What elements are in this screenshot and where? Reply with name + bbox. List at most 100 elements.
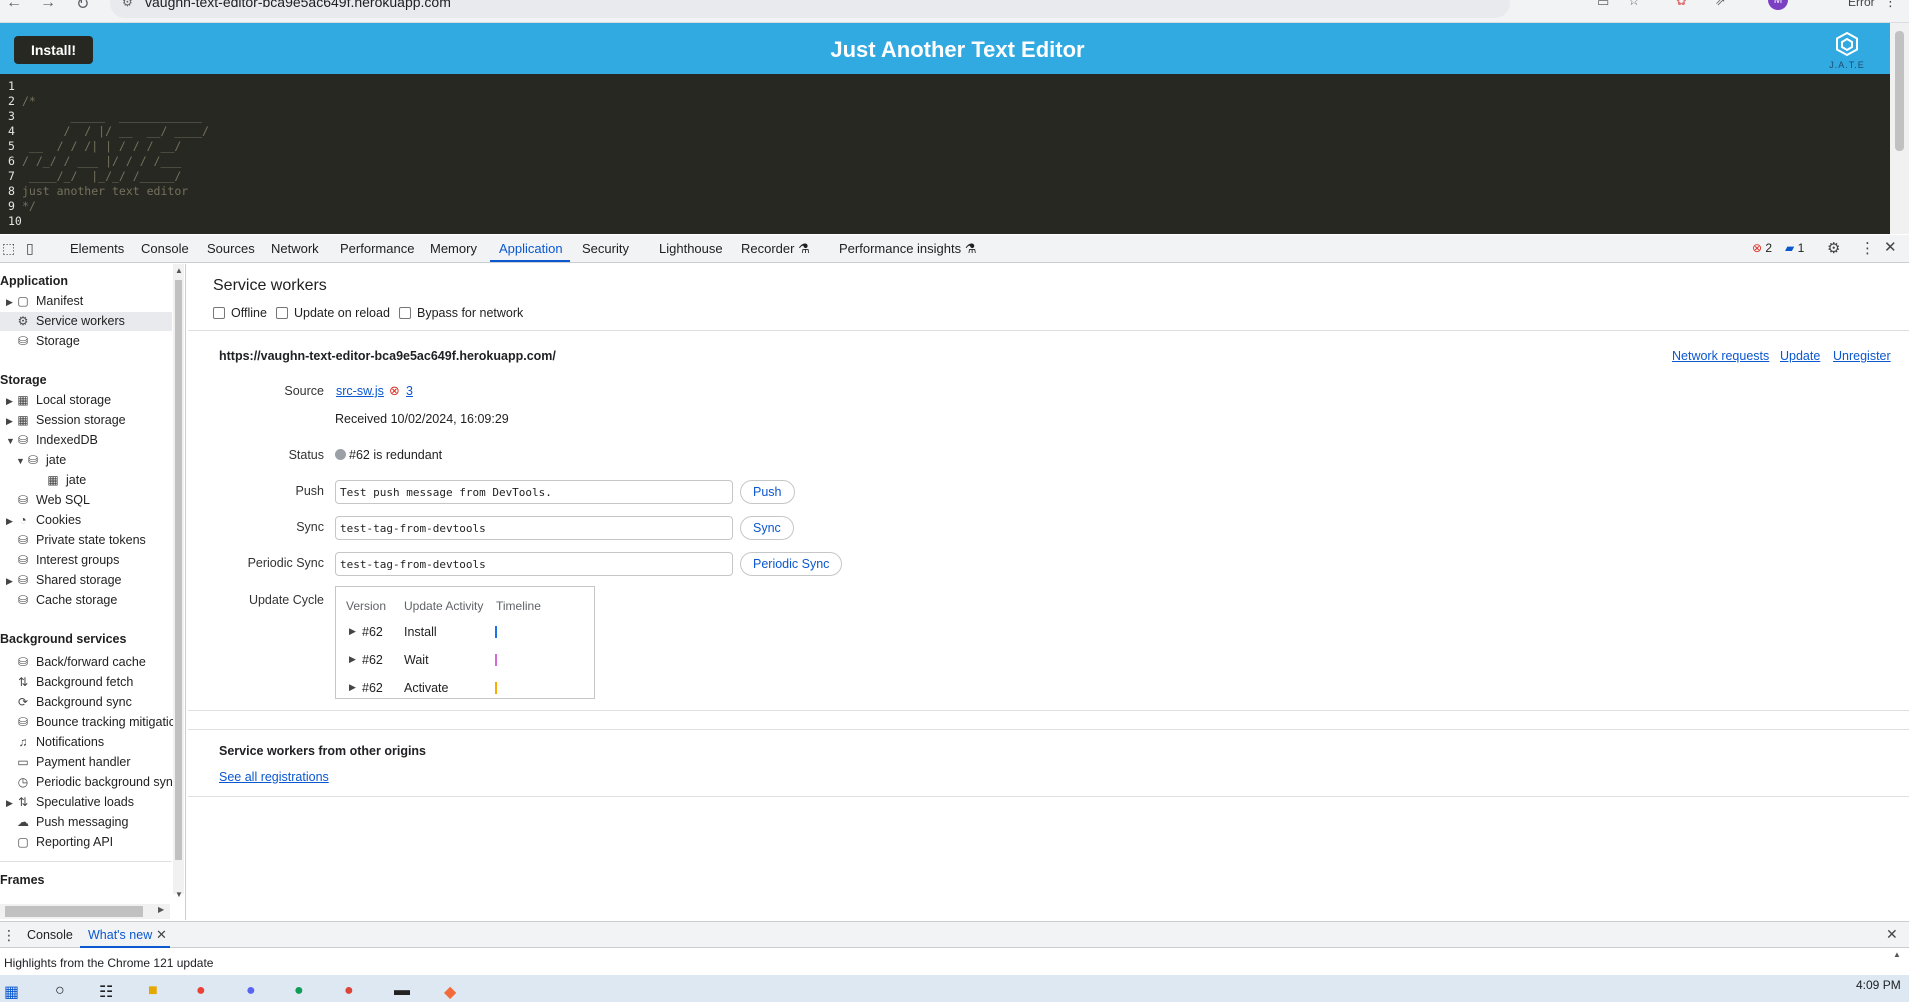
discord-icon[interactable]: ● bbox=[246, 982, 256, 1000]
section-background-services[interactable]: Background services bbox=[0, 632, 126, 646]
expand-arrow-icon[interactable]: ▶ bbox=[349, 682, 356, 693]
sync-input[interactable]: test-tag-from-devtools bbox=[335, 516, 733, 540]
update-on-reload-box[interactable] bbox=[276, 307, 288, 319]
sidebar-item-shared-storage[interactable]: ▶ ⛁ Shared storage bbox=[0, 571, 172, 590]
windows-start-icon[interactable]: ▦ bbox=[4, 982, 19, 1002]
section-application[interactable]: Application bbox=[0, 274, 68, 288]
sidebar-item-background-fetch[interactable]: ⇅ Background fetch bbox=[0, 673, 172, 692]
error-count-badge[interactable]: ⊗ 2 bbox=[1752, 241, 1772, 255]
expand-arrow-icon[interactable]: ▼ bbox=[6, 436, 16, 446]
unregister-link[interactable]: Unregister bbox=[1833, 349, 1891, 363]
sidebar-item-service-workers[interactable]: ⚙ Service workers bbox=[0, 312, 172, 331]
sidebar-item-manifest[interactable]: ▶ ▢ Manifest bbox=[0, 292, 172, 311]
sidebar-item-cache-storage[interactable]: ⛁ Cache storage bbox=[0, 591, 172, 610]
sidebar-item-bounce-tracking[interactable]: ⛁ Bounce tracking mitigatic bbox=[0, 713, 175, 732]
tab-application[interactable]: Application bbox=[499, 241, 563, 256]
update-link[interactable]: Update bbox=[1780, 349, 1820, 363]
tab-memory[interactable]: Memory bbox=[430, 241, 477, 256]
menu-icon[interactable]: ⋮ bbox=[1884, 0, 1897, 10]
sidebar-item-session-storage[interactable]: ▶ ▦ Session storage bbox=[0, 411, 172, 430]
scroll-down-icon[interactable]: ▼ bbox=[175, 890, 183, 899]
offline-checkbox-box[interactable] bbox=[213, 307, 225, 319]
sidebar-item-indexeddb[interactable]: ▼ ⛁ IndexedDB bbox=[0, 431, 172, 450]
device-toolbar-icon[interactable]: ▯ bbox=[26, 240, 34, 257]
sidebar-item-private-state-tokens[interactable]: ⛁ Private state tokens bbox=[0, 531, 172, 550]
drawer-tab-whats-new[interactable]: What's new bbox=[88, 928, 152, 942]
chrome-icon[interactable]: ● bbox=[196, 982, 206, 1000]
share-icon[interactable]: ⇗ bbox=[1715, 0, 1726, 9]
more-options-icon[interactable]: ⋮ bbox=[1860, 239, 1875, 257]
sidebar-item-speculative-loads[interactable]: ▶ ⇅ Speculative loads bbox=[0, 793, 172, 812]
sidebar-item-bfcache[interactable]: ⛁ Back/forward cache bbox=[0, 653, 172, 672]
tab-performance[interactable]: Performance bbox=[340, 241, 414, 256]
code-editor[interactable]: 1 2/* 3 _____ ____________ 4 / / |/ __ __/ … bbox=[0, 74, 1890, 234]
sidebar-item-periodic-sync[interactable]: ◷ Periodic background sync bbox=[0, 773, 179, 792]
profile-avatar[interactable]: M bbox=[1768, 0, 1788, 10]
message-count-badge[interactable]: ▰ 1 bbox=[1785, 241, 1804, 255]
sync-button[interactable]: Sync bbox=[740, 516, 794, 540]
edge-icon[interactable]: ● bbox=[294, 982, 304, 1000]
sidebar-item-notifications[interactable]: ♫ Notifications bbox=[0, 733, 172, 752]
page-scrollbar[interactable] bbox=[1890, 23, 1909, 234]
bypass-network-checkbox[interactable]: Bypass for network bbox=[399, 306, 523, 320]
sidebar-item-web-sql[interactable]: ⛁ Web SQL bbox=[0, 491, 172, 510]
site-info-icon[interactable]: ⚙ bbox=[122, 0, 133, 9]
periodic-sync-button[interactable]: Periodic Sync bbox=[740, 552, 843, 576]
tab-network[interactable]: Network bbox=[271, 241, 319, 256]
tab-sources[interactable]: Sources bbox=[207, 241, 255, 256]
inspect-element-icon[interactable]: ⬚ bbox=[2, 240, 15, 257]
file-explorer-icon[interactable]: ■ bbox=[148, 982, 158, 1000]
network-requests-link[interactable]: Network requests bbox=[1672, 349, 1769, 363]
see-all-registrations-link[interactable]: See all registrations bbox=[219, 770, 329, 784]
sidebar-item-local-storage[interactable]: ▶ ▦ Local storage bbox=[0, 391, 172, 410]
push-button[interactable]: Push bbox=[740, 480, 795, 504]
offline-checkbox[interactable]: Offline bbox=[213, 306, 267, 320]
push-input[interactable]: Test push message from DevTools. bbox=[335, 480, 733, 504]
close-drawer-icon[interactable]: ✕ bbox=[1886, 926, 1898, 943]
drawer-menu-icon[interactable]: ⋮ bbox=[2, 927, 16, 944]
bypass-network-box[interactable] bbox=[399, 307, 411, 319]
section-storage[interactable]: Storage bbox=[0, 373, 47, 387]
source-file-link[interactable]: src-sw.js bbox=[336, 384, 384, 398]
update-on-reload-checkbox[interactable]: Update on reload bbox=[276, 306, 390, 320]
extension-icon[interactable]: ✿ bbox=[1676, 0, 1687, 9]
expand-arrow-icon[interactable]: ▶ bbox=[6, 297, 16, 308]
sidebar-item-payment-handler[interactable]: ▭ Payment handler bbox=[0, 753, 172, 772]
expand-arrow-icon[interactable]: ▶ bbox=[349, 654, 356, 665]
search-icon[interactable]: ○ bbox=[55, 982, 65, 1000]
back-icon[interactable]: ← bbox=[6, 0, 22, 12]
settings-gear-icon[interactable]: ⚙ bbox=[1827, 239, 1840, 257]
section-frames[interactable]: Frames bbox=[0, 873, 44, 887]
expand-arrow-icon[interactable]: ▼ bbox=[16, 456, 26, 466]
drawer-tab-console[interactable]: Console bbox=[27, 928, 73, 942]
periodic-sync-input[interactable]: test-tag-from-devtools bbox=[335, 552, 733, 576]
sidebar-hscrollbar-thumb[interactable] bbox=[5, 906, 143, 917]
expand-arrow-icon[interactable]: ▶ bbox=[6, 396, 16, 407]
sidebar-item-jate-db[interactable]: ▼ ⛁ jate bbox=[0, 451, 172, 470]
expand-arrow-icon[interactable]: ▶ bbox=[6, 516, 16, 527]
tab-performance-insights[interactable]: Performance insights ⚗ bbox=[839, 241, 976, 257]
bookmark-star-icon[interactable]: ☆ bbox=[1628, 0, 1640, 9]
tab-lighthouse[interactable]: Lighthouse bbox=[659, 241, 723, 256]
error-button[interactable]: Error bbox=[1848, 0, 1875, 9]
expand-arrow-icon[interactable]: ▶ bbox=[6, 798, 16, 809]
forward-icon[interactable]: → bbox=[40, 0, 56, 12]
tab-console[interactable]: Console bbox=[141, 241, 189, 256]
chrome-active-icon[interactable]: ● bbox=[344, 982, 354, 1000]
tab-security[interactable]: Security bbox=[582, 241, 629, 256]
scroll-up-icon[interactable]: ▲ bbox=[175, 266, 183, 275]
scroll-right-icon[interactable]: ▶ bbox=[158, 905, 164, 914]
sidebar-item-storage[interactable]: ⛁ Storage bbox=[0, 332, 172, 351]
page-scrollbar-thumb[interactable] bbox=[1895, 31, 1904, 151]
sidebar-item-cookies[interactable]: ▶ ◔ Cookies bbox=[0, 511, 172, 530]
sidebar-scrollbar[interactable]: ▲ ▼ bbox=[173, 264, 184, 899]
sidebar-item-push-messaging[interactable]: ☁ Push messaging bbox=[0, 813, 172, 832]
sidebar-item-interest-groups[interactable]: ⛁ Interest groups bbox=[0, 551, 172, 570]
reload-icon[interactable]: ↻ bbox=[76, 0, 89, 14]
app-icon[interactable]: ◆ bbox=[444, 982, 456, 1002]
expand-arrow-icon[interactable]: ▶ bbox=[6, 416, 16, 427]
tab-recorder[interactable]: Recorder ⚗ bbox=[741, 241, 810, 257]
close-tab-icon[interactable]: ✕ bbox=[156, 927, 167, 943]
expand-arrow-icon[interactable]: ▶ bbox=[349, 626, 356, 637]
close-devtools-icon[interactable]: ✕ bbox=[1884, 238, 1897, 256]
